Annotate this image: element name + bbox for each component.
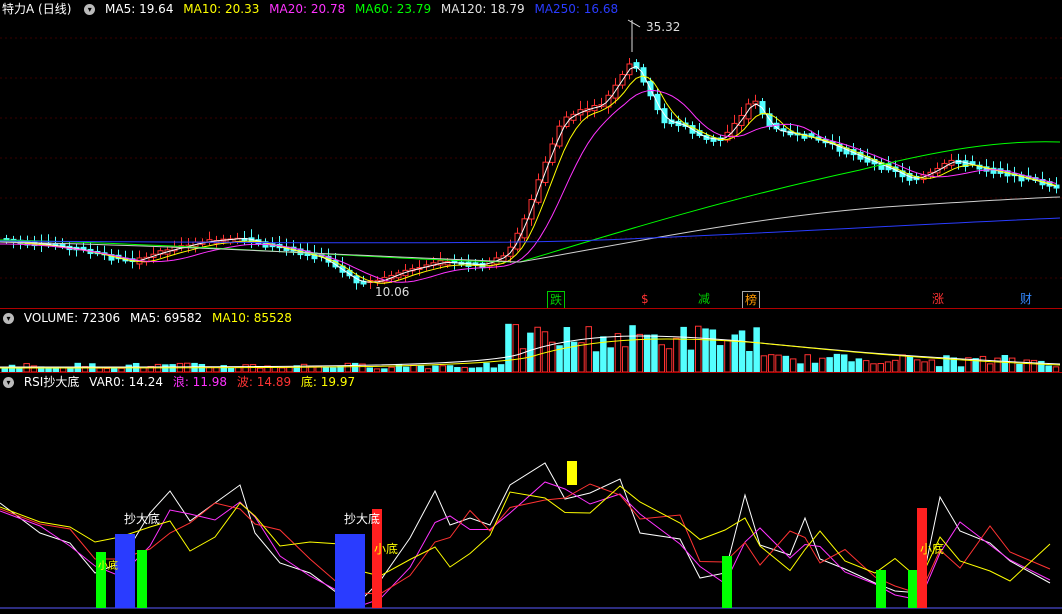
ma10-value: MA10: 20.33	[183, 2, 260, 16]
signal-label-xiaodi-2: 小底	[920, 542, 945, 556]
signal-label-chaodadi-1: 抄大底	[124, 512, 161, 526]
high-price-label: 35.32	[646, 20, 681, 34]
stock-title: 特力A (日线)	[2, 2, 72, 16]
signal-label-xiaodi-1: 小底	[374, 542, 399, 556]
event-marker-jian[interactable]: 减	[696, 291, 712, 307]
indicator-name: RSI抄大底	[23, 375, 80, 389]
indicator-bo: 波: 14.89	[236, 375, 292, 389]
low-price-label: 10.06	[375, 285, 410, 299]
indicator-var0: VAR0: 14.24	[89, 375, 163, 389]
volume-panel[interactable]: ▾ VOLUME: 72306 MA5: 69582 MA10: 85528	[0, 309, 1062, 372]
indicator-settings-icon[interactable]: ▾	[3, 377, 14, 388]
indicator-di: 底: 19.97	[300, 375, 356, 389]
indicator-legend: ▾ RSI抄大底 VAR0: 14.24 浪: 11.98 波: 14.89 底…	[0, 373, 361, 391]
event-marker-bang[interactable]: 榜	[742, 291, 761, 309]
volume-value: VOLUME: 72306	[23, 311, 121, 325]
rsi-indicator-chart	[0, 461, 1062, 609]
volume-settings-icon[interactable]: ▾	[3, 313, 14, 324]
candlestick-chart[interactable]	[0, 0, 1062, 308]
event-marker-cai[interactable]: 财	[1018, 291, 1034, 307]
ma20-value: MA20: 20.78	[269, 2, 346, 16]
indicator-lang: 浪: 11.98	[172, 375, 228, 389]
ma250-value: MA250: 16.68	[534, 2, 619, 16]
event-marker-die[interactable]: 跌	[547, 291, 566, 309]
settings-toggle-icon[interactable]: ▾	[84, 4, 96, 15]
ma5-value: MA5: 19.64	[105, 2, 174, 16]
price-legend: 特力A (日线) ▾ MA5: 19.64 MA10: 20.33 MA20: …	[0, 0, 624, 18]
ma60-value: MA60: 23.79	[355, 2, 432, 16]
price-panel[interactable]: 特力A (日线) ▾ MA5: 19.64 MA10: 20.33 MA20: …	[0, 0, 1062, 309]
signal-label-xiaodi-3: 小底	[98, 561, 118, 572]
signal-label-chaodadi-2: 抄大底	[344, 512, 381, 526]
ma120-value: MA120: 18.79	[440, 2, 525, 16]
volume-ma5: MA5: 69582	[129, 311, 203, 325]
volume-legend: ▾ VOLUME: 72306 MA5: 69582 MA10: 85528	[0, 309, 298, 327]
indicator-panel[interactable]: ▾ RSI抄大底 VAR0: 14.24 浪: 11.98 波: 14.89 底…	[0, 373, 1062, 614]
event-marker-zhang[interactable]: 涨	[930, 291, 946, 307]
event-marker-dollar[interactable]: $	[639, 291, 651, 307]
volume-ma10: MA10: 85528	[212, 311, 292, 325]
